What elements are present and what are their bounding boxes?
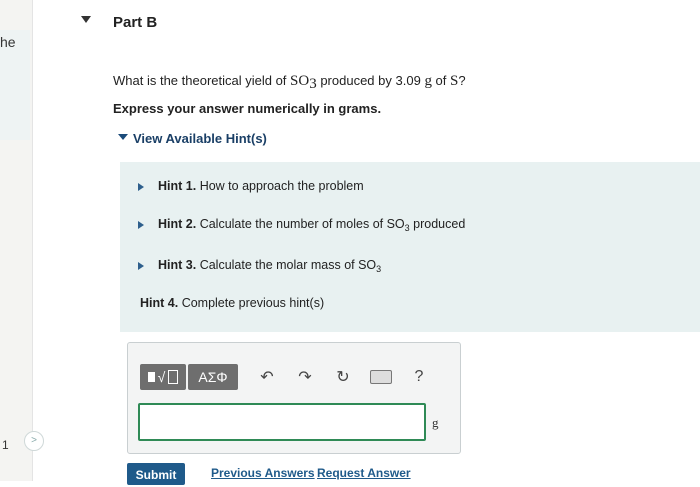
hints-chevron-icon[interactable] xyxy=(118,134,128,140)
answer-input[interactable] xyxy=(138,403,426,441)
view-hints-toggle[interactable]: View Available Hint(s) xyxy=(133,131,267,146)
part-collapse-chevron-icon[interactable] xyxy=(81,16,91,23)
sidebar-partial-text: he xyxy=(0,34,16,50)
keyboard-icon[interactable] xyxy=(370,366,392,388)
reset-icon[interactable]: ↻ xyxy=(332,366,354,388)
hint-2[interactable]: Hint 2. Calculate the number of moles of… xyxy=(138,217,465,233)
help-button[interactable]: ? xyxy=(408,366,430,388)
previous-answers-link[interactable]: Previous Answers xyxy=(211,466,315,480)
part-title[interactable]: Part B xyxy=(113,14,157,31)
answer-unit: g xyxy=(432,415,439,430)
expand-hint-icon[interactable] xyxy=(138,182,144,191)
hints-panel: Hint 1. How to approach the problem Hint… xyxy=(120,162,700,332)
math-toolbar: √ ΑΣΦ ↶ ↷ ↻ ? xyxy=(140,363,430,391)
redo-icon[interactable]: ↷ xyxy=(294,366,316,388)
submit-button[interactable]: Submit xyxy=(127,463,185,485)
question-text: What is the theoretical yield of SO3 pro… xyxy=(113,73,466,92)
greek-symbols-button[interactable]: ΑΣΦ xyxy=(188,364,238,390)
answer-instruction: Express your answer numerically in grams… xyxy=(113,101,382,116)
expand-hint-icon[interactable] xyxy=(138,261,144,270)
request-answer-link[interactable]: Request Answer xyxy=(317,466,411,480)
hint-1[interactable]: Hint 1. How to approach the problem xyxy=(138,179,364,193)
expand-hint-icon[interactable] xyxy=(138,220,144,229)
hint-3[interactable]: Hint 3. Calculate the molar mass of SO3 xyxy=(138,258,381,274)
answer-box: √ ΑΣΦ ↶ ↷ ↻ ? g xyxy=(127,342,461,454)
next-arrow-button[interactable]: > xyxy=(24,431,44,451)
undo-icon[interactable]: ↶ xyxy=(256,366,278,388)
sidebar-item-number: 1 xyxy=(2,438,9,452)
templates-button[interactable]: √ xyxy=(140,364,186,390)
hint-4: Hint 4. Complete previous hint(s) xyxy=(140,296,325,310)
